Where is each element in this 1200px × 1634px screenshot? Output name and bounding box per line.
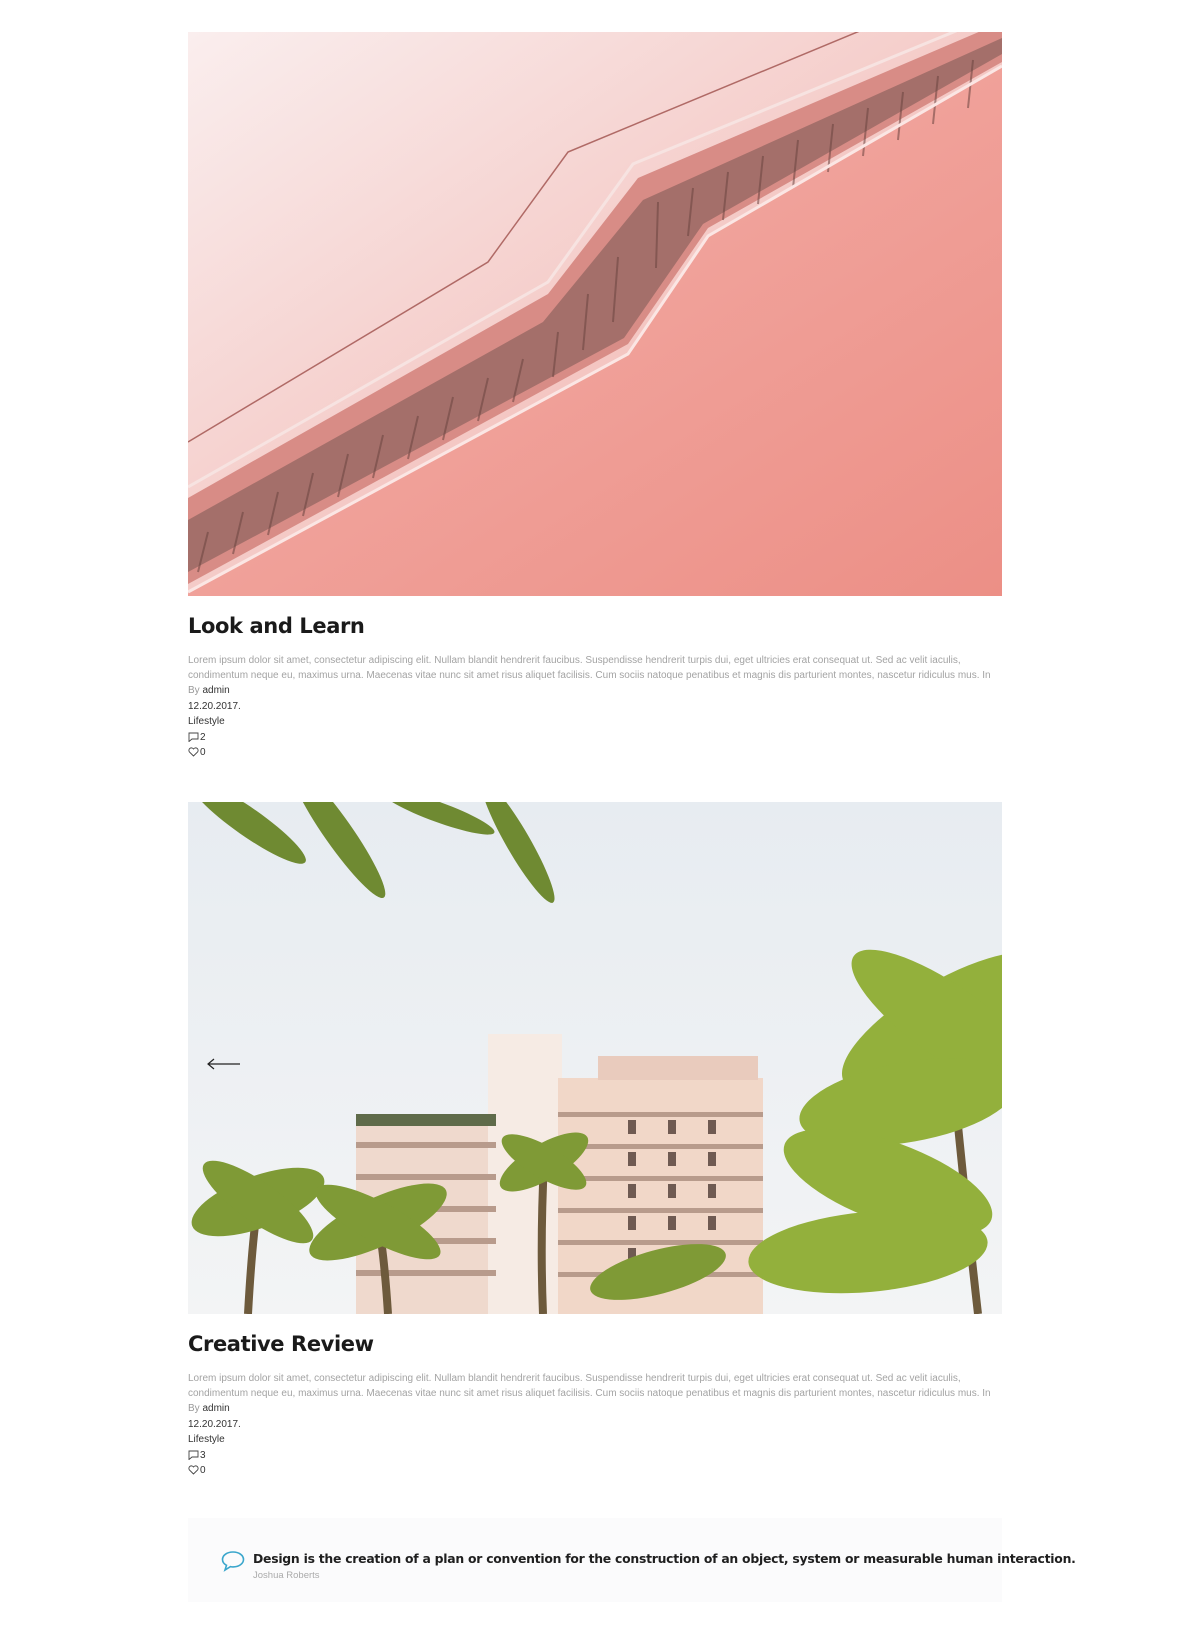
comment-icon [188,1450,199,1460]
post-comments[interactable]: 3 [188,1448,1002,1464]
post-category[interactable]: Lifestyle [188,714,1002,730]
post-author-line: By admin [188,1401,1002,1417]
post-meta: By admin 12.20.2017. Lifestyle 2 0 [188,683,1002,761]
post-category[interactable]: Lifestyle [188,1432,1002,1448]
quote-post: Design is the creation of a plan or conv… [188,1518,1076,1602]
by-label: By [188,1402,200,1414]
blog-list: Look and Learn Lorem ipsum dolor sit ame… [188,32,1002,1479]
post-excerpt: Lorem ipsum dolor sit amet, consectetur … [188,655,991,681]
post-meta: By admin 12.20.2017. Lifestyle 3 0 [188,1401,1002,1479]
post-image-escalator[interactable] [188,32,1002,596]
by-label: By [188,685,200,696]
heart-icon [188,747,199,758]
post-card: Look and Learn Lorem ipsum dolor sit ame… [188,32,1002,761]
post-likes[interactable]: 0 [188,1463,1002,1479]
speech-bubble-icon [221,1551,245,1572]
post-author[interactable]: admin [202,1403,229,1414]
post-likes[interactable]: 0 [188,745,1002,761]
post-comments[interactable]: 2 [188,730,1002,746]
post-date[interactable]: 12.20.2017. [188,699,1002,715]
post-excerpt: Lorem ipsum dolor sit amet, consectetur … [188,1372,991,1399]
palm-building-photo [188,801,1002,1314]
post-author[interactable]: admin [202,685,229,696]
heart-icon [188,1465,199,1475]
quote-text[interactable]: Design is the creation of a plan or conv… [253,1551,1076,1566]
post-author-line: By admin [188,683,1002,699]
quote-author: Joshua Roberts [253,1570,320,1581]
like-count: 0 [200,1465,206,1477]
comment-count: 2 [200,731,206,743]
post-date[interactable]: 12.20.2017. [188,1417,1002,1433]
post-card: Creative Review Lorem ipsum dolor sit am… [188,801,1002,1479]
post-image-palm-building[interactable] [188,801,1002,1314]
post-title[interactable]: Look and Learn [188,612,1002,640]
comment-count: 3 [200,1449,206,1461]
like-count: 0 [200,747,206,759]
post-title[interactable]: Creative Review [188,1330,1002,1358]
escalator-photo [188,32,1002,596]
prev-arrow-icon[interactable] [206,1057,242,1071]
comment-icon [188,732,199,742]
